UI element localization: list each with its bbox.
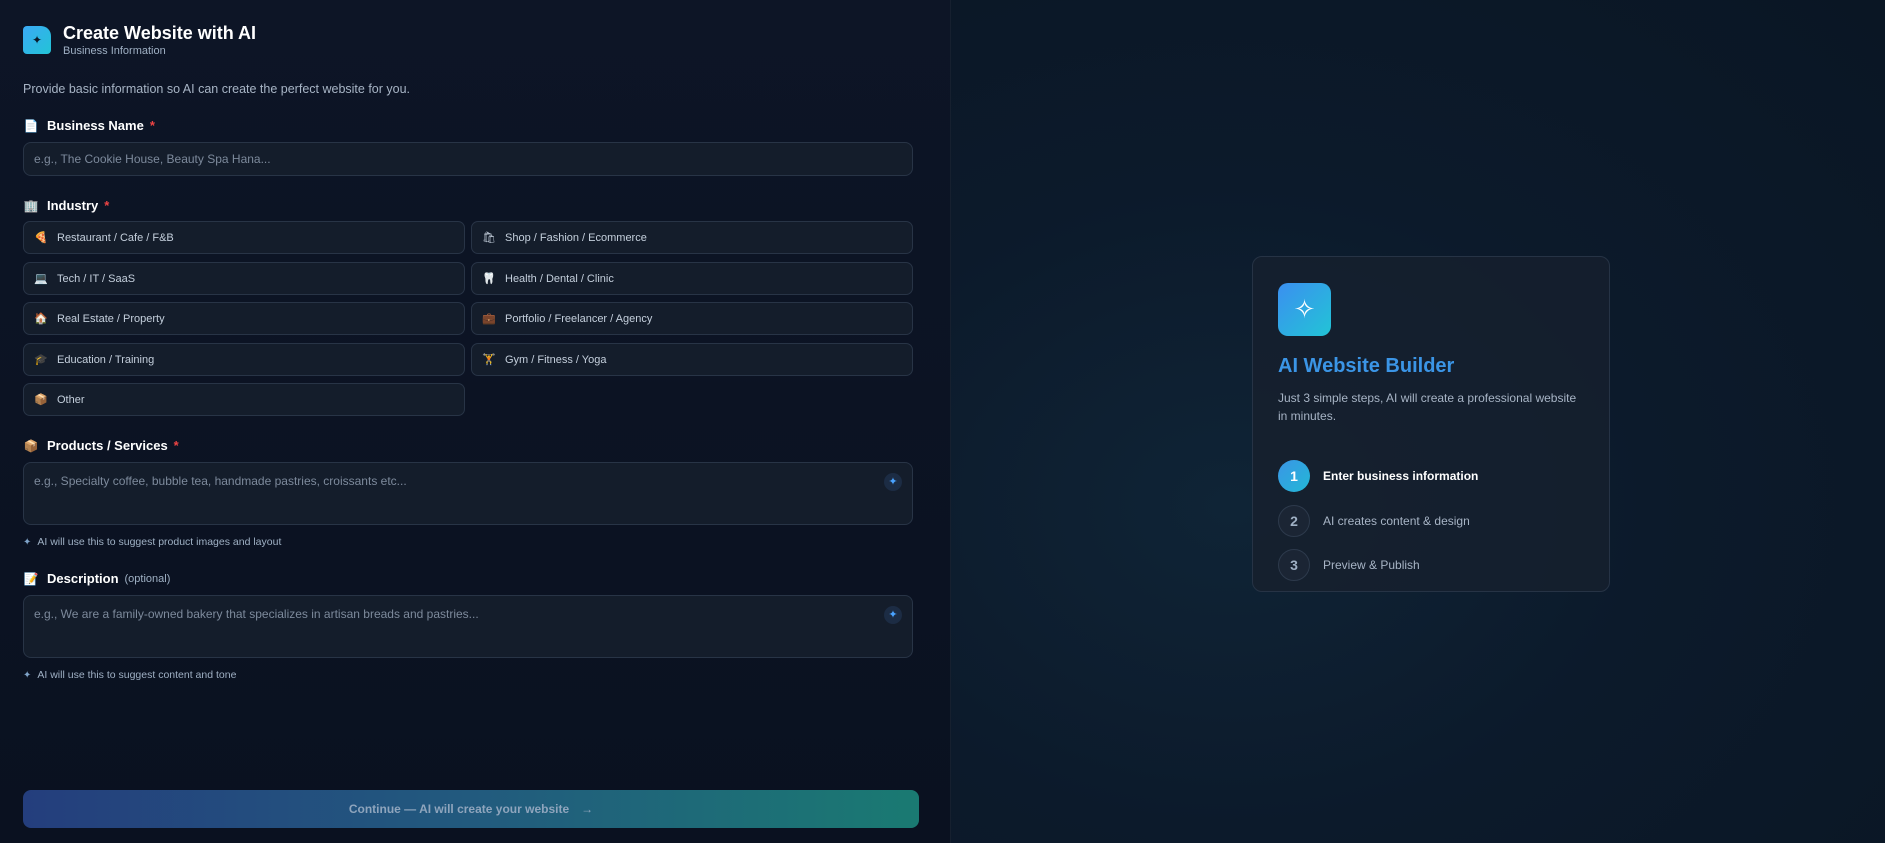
- ai-suggest-icon[interactable]: ✦: [884, 473, 902, 491]
- business-name-label-row: 📄 Business Name *: [23, 118, 155, 133]
- industry-option-gym[interactable]: 🏋 Gym / Fitness / Yoga: [471, 343, 913, 376]
- description-hint: ✦ AI will use this to suggest content an…: [23, 669, 236, 681]
- step-1: 1 Enter business information: [1278, 460, 1478, 492]
- optional-marker: (optional): [124, 572, 171, 585]
- required-marker: *: [149, 118, 155, 133]
- page-subtitle: Business Information: [63, 45, 166, 57]
- description-hint-text: AI will use this to suggest content and …: [37, 669, 237, 681]
- description-label-row: 📝 Description (optional): [23, 571, 171, 586]
- briefcase-icon: 💼: [482, 313, 496, 325]
- graduation-cap-icon: 🎓: [34, 354, 48, 366]
- description-textarea[interactable]: e.g., We are a family-owned bakery that …: [23, 595, 913, 658]
- products-label: Products / Services: [47, 438, 168, 453]
- arrow-right-icon: →: [581, 802, 594, 816]
- business-name-label: Business Name: [47, 118, 144, 133]
- business-name-input[interactable]: e.g., The Cookie House, Beauty Spa Hana.…: [23, 142, 913, 176]
- industry-option-label: Gym / Fitness / Yoga: [505, 353, 607, 366]
- industry-option-education[interactable]: 🎓 Education / Training: [23, 343, 465, 376]
- step-number: 1: [1278, 460, 1310, 492]
- industry-label-row: 🏢 Industry *: [23, 198, 110, 213]
- products-placeholder: e.g., Specialty coffee, bubble tea, hand…: [34, 474, 407, 488]
- ai-suggest-icon[interactable]: ✦: [884, 606, 902, 624]
- card-description: Just 3 simple steps, AI will create a pr…: [1278, 391, 1577, 423]
- products-hint: ✦ AI will use this to suggest product im…: [23, 536, 281, 548]
- products-hint-text: AI will use this to suggest product imag…: [37, 536, 282, 548]
- products-label-row: 📦 Products / Services *: [23, 438, 179, 453]
- sparkles-icon: ✦: [23, 536, 32, 548]
- industry-option-real-estate[interactable]: 🏠 Real Estate / Property: [23, 302, 465, 335]
- intro-text: Provide basic information so AI can crea…: [23, 82, 411, 96]
- industry-option-shop[interactable]: 🛍 Shop / Fashion / Ecommerce: [471, 221, 913, 254]
- industry-option-tech[interactable]: 💻 Tech / IT / SaaS: [23, 262, 465, 295]
- required-marker: *: [173, 438, 179, 453]
- industry-option-restaurant[interactable]: 🍕 Restaurant / Cafe / F&B: [23, 221, 465, 254]
- industry-option-other[interactable]: 📦 Other: [23, 383, 465, 416]
- description-label: Description: [47, 571, 119, 586]
- step-3: 3 Preview & Publish: [1278, 549, 1420, 581]
- continue-button[interactable]: Continue — AI will create your website →: [23, 790, 919, 828]
- continue-button-label: Continue — AI will create your website: [348, 802, 570, 816]
- sparkles-icon: ✦: [23, 669, 32, 681]
- industry-option-label: Health / Dental / Clinic: [505, 272, 614, 285]
- step-number: 2: [1278, 505, 1310, 537]
- industry-option-portfolio[interactable]: 💼 Portfolio / Freelancer / Agency: [471, 302, 913, 335]
- weightlifter-icon: 🏋: [482, 354, 496, 366]
- step-number: 3: [1278, 549, 1310, 581]
- package-icon: 📦: [23, 438, 39, 453]
- page-header: ✦ Create Website with AI Business Inform…: [23, 22, 256, 58]
- step-label: Preview & Publish: [1323, 558, 1420, 572]
- step-2: 2 AI creates content & design: [1278, 505, 1470, 537]
- products-textarea[interactable]: e.g., Specialty coffee, bubble tea, hand…: [23, 462, 913, 525]
- industry-option-label: Education / Training: [57, 353, 155, 366]
- industry-option-label: Portfolio / Freelancer / Agency: [505, 312, 653, 325]
- step-label: Enter business information: [1323, 469, 1479, 483]
- description-placeholder: e.g., We are a family-owned bakery that …: [34, 607, 479, 621]
- laptop-icon: 💻: [34, 273, 48, 285]
- shopping-bag-icon: 🛍: [482, 232, 496, 244]
- document-icon: 📄: [23, 118, 39, 133]
- industry-label: Industry: [47, 198, 99, 213]
- document-sparkle-icon: ✦: [23, 26, 51, 54]
- sparkles-icon: ✧: [1278, 283, 1331, 336]
- industry-option-label: Shop / Fashion / Ecommerce: [505, 231, 647, 244]
- required-marker: *: [104, 198, 110, 213]
- industry-option-label: Tech / IT / SaaS: [57, 272, 136, 285]
- industry-option-label: Other: [57, 393, 85, 406]
- package-icon: 📦: [34, 394, 48, 406]
- card-title: AI Website Builder: [1278, 355, 1455, 377]
- ai-builder-card: ✧ AI Website Builder Just 3 simple steps…: [1252, 256, 1610, 592]
- industry-option-label: Real Estate / Property: [57, 312, 165, 325]
- house-icon: 🏠: [34, 313, 48, 325]
- form-panel: ✦ Create Website with AI Business Inform…: [0, 0, 951, 843]
- industry-option-label: Restaurant / Cafe / F&B: [57, 231, 174, 244]
- industry-option-health[interactable]: 🦷 Health / Dental / Clinic: [471, 262, 913, 295]
- building-icon: 🏢: [23, 198, 39, 213]
- page-title: Create Website with AI: [63, 23, 257, 43]
- memo-icon: 📝: [23, 571, 39, 586]
- pizza-icon: 🍕: [34, 232, 48, 244]
- step-label: AI creates content & design: [1323, 514, 1470, 528]
- tooth-icon: 🦷: [482, 273, 496, 285]
